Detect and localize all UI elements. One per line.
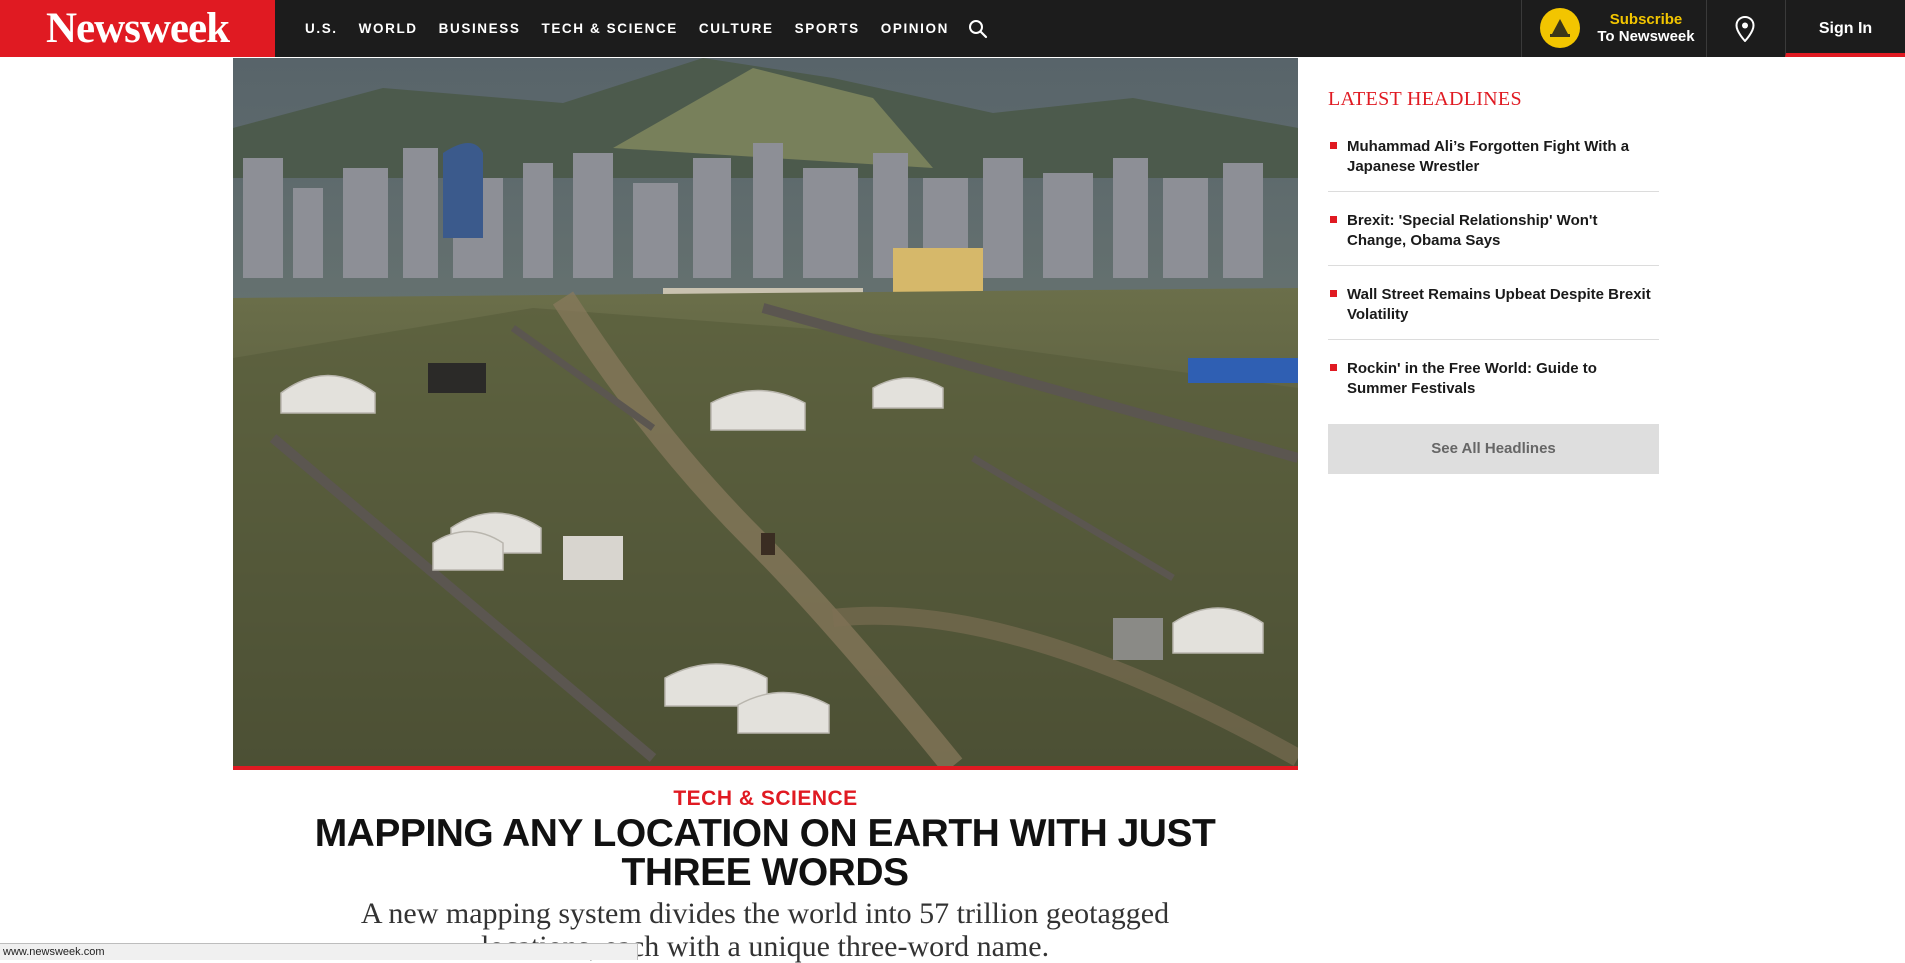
nav-item-us[interactable]: U.S. <box>305 21 338 36</box>
subscribe-sublabel: To Newsweek <box>1597 28 1695 45</box>
browser-status-bar: www.newsweek.com <box>0 943 638 960</box>
article-section-label[interactable]: TECH & SCIENCE <box>233 787 1298 811</box>
headline-link[interactable]: Rockin' in the Free World: Guide to Summ… <box>1347 360 1597 397</box>
bullet-icon <box>1330 290 1337 297</box>
headline-item[interactable]: Brexit: 'Special Relationship' Won't Cha… <box>1328 211 1659 266</box>
bullet-icon <box>1330 142 1337 149</box>
article-headline: MAPPING ANY LOCATION ON EARTH WITH JUST … <box>314 812 1216 894</box>
top-navigation-bar: Newsweek U.S. WORLD BUSINESS TECH & SCIE… <box>0 0 1905 57</box>
bullet-icon <box>1330 364 1337 371</box>
map-pin-icon <box>1735 16 1755 42</box>
headline-link[interactable]: Muhammad Ali’s Forgotten Fight With a Ja… <box>1347 138 1629 175</box>
nav-item-tech-science[interactable]: TECH & SCIENCE <box>541 21 677 36</box>
see-all-headlines-button[interactable]: See All Headlines <box>1328 424 1659 474</box>
latest-headlines-title: LATEST HEADLINES <box>1328 88 1522 110</box>
latest-headlines-sidebar: LATEST HEADLINES Muhammad Ali’s Forgotte… <box>1328 88 1659 474</box>
nav-item-world[interactable]: WORLD <box>359 21 418 36</box>
nav-item-culture[interactable]: CULTURE <box>699 21 774 36</box>
headline-item[interactable]: Wall Street Remains Upbeat Despite Brexi… <box>1328 285 1659 340</box>
headline-item[interactable]: Rockin' in the Free World: Guide to Summ… <box>1328 359 1659 413</box>
main-nav: U.S. WORLD BUSINESS TECH & SCIENCE CULTU… <box>305 0 988 57</box>
location-button[interactable] <box>1706 0 1784 57</box>
subscribe-label: Subscribe <box>1609 11 1683 28</box>
nav-item-business[interactable]: BUSINESS <box>439 21 521 36</box>
headline-item[interactable]: Muhammad Ali’s Forgotten Fight With a Ja… <box>1328 137 1659 192</box>
sign-in-button[interactable]: Sign In <box>1785 0 1905 57</box>
headline-link[interactable]: Wall Street Remains Upbeat Despite Brexi… <box>1347 286 1651 323</box>
search-icon[interactable] <box>968 19 988 39</box>
bullet-icon <box>1330 216 1337 223</box>
nav-item-sports[interactable]: SPORTS <box>795 21 860 36</box>
newsweek-badge-icon <box>1540 8 1580 48</box>
subscribe-button[interactable]: Subscribe To Newsweek <box>1521 0 1707 57</box>
headline-link[interactable]: Brexit: 'Special Relationship' Won't Cha… <box>1347 212 1597 249</box>
hero-image[interactable] <box>233 58 1298 770</box>
newsweek-logo[interactable]: Newsweek <box>0 0 275 57</box>
nav-item-opinion[interactable]: OPINION <box>881 21 949 36</box>
